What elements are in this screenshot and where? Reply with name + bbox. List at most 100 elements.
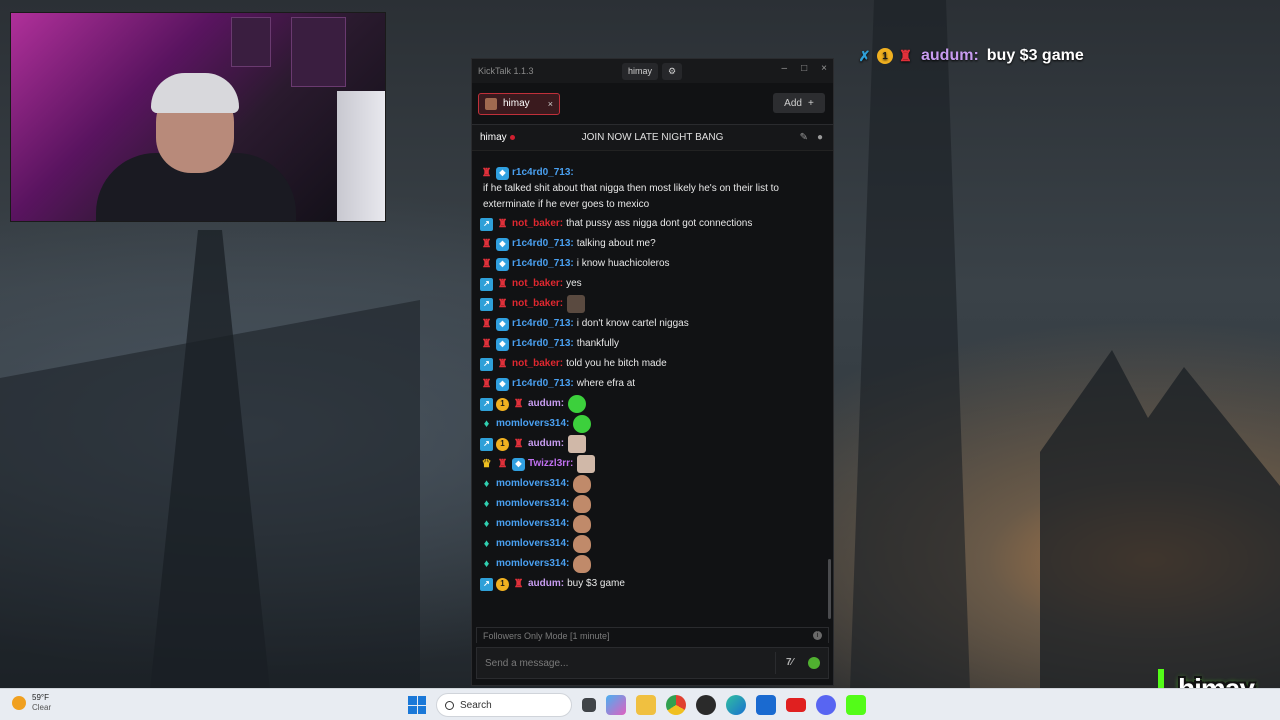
chat-message: ♜ ◆ r1c4rd0_713: if he talked shit about th… — [480, 164, 825, 214]
chat-username[interactable]: momlovers314: — [496, 536, 569, 552]
chat-username[interactable]: audum: — [528, 436, 564, 452]
scrollbar[interactable] — [828, 559, 831, 619]
kick-emote-icon[interactable]: 7⁄ — [786, 657, 798, 669]
chat-username[interactable]: r1c4rd0_713: — [512, 236, 574, 252]
channel-icons: ✎ ● — [800, 132, 823, 143]
channel-name[interactable]: himay — [480, 132, 507, 143]
emote-icon[interactable] — [573, 515, 592, 533]
chat-text: talking about me? — [576, 238, 656, 249]
settings-icon[interactable]: ⚙ — [662, 63, 683, 80]
mod-badge-icon: ✗ — [858, 47, 871, 64]
chat-username[interactable]: momlovers314: — [496, 416, 569, 432]
crown-badge-icon: ♛ — [481, 458, 492, 470]
gift-badge-icon: ♜ — [513, 398, 524, 410]
background-wall-left — [0, 300, 420, 690]
chat-username[interactable]: r1c4rd0_713: — [512, 165, 574, 181]
weather-widget[interactable]: 59°F Clear — [12, 693, 51, 713]
chat-text: i know huachicoleros — [576, 258, 670, 269]
obs-icon[interactable] — [696, 695, 716, 715]
info-icon[interactable]: i — [813, 631, 822, 640]
emote-picker-icon[interactable] — [808, 657, 820, 669]
gift-badge-icon: ♜ — [481, 378, 492, 390]
chat-message: ♜ ◆ r1c4rd0_713: where efra at — [480, 374, 825, 394]
windows-start-icon[interactable] — [408, 696, 426, 714]
chat-messages[interactable]: ♜ ◆ r1c4rd0_713: if he talked shit about th… — [472, 154, 833, 624]
followers-mode-text: Followers Only Mode [1 minute] — [483, 630, 610, 641]
emote-icon[interactable] — [568, 395, 587, 413]
chat-username[interactable]: momlovers314: — [496, 476, 569, 492]
mod-badge-icon: ↗ — [480, 577, 493, 591]
vip-badge-icon: ♦ — [483, 498, 490, 510]
search-label: Search — [460, 699, 492, 711]
emote-icon[interactable] — [573, 475, 592, 493]
chat-username[interactable]: audum: — [528, 396, 564, 412]
file-explorer-icon[interactable] — [636, 695, 656, 715]
add-button-label: Add — [784, 97, 802, 109]
chat-username[interactable]: momlovers314: — [496, 516, 569, 532]
plus-icon: + — [807, 97, 814, 109]
gift-badge-icon: ♜ — [481, 238, 492, 250]
chat-username[interactable]: not_baker: — [512, 356, 563, 372]
task-view-icon[interactable] — [582, 698, 596, 712]
tab-label: himay — [503, 98, 530, 109]
emote-icon[interactable] — [573, 495, 592, 513]
chat-message: ♜ ◆ r1c4rd0_713: thankfully — [480, 334, 825, 354]
gift-badge-icon: ♜ — [898, 48, 913, 65]
chat-username[interactable]: not_baker: — [512, 216, 563, 232]
chat-text: i don't know cartel niggas — [576, 318, 689, 329]
emote-icon[interactable] — [567, 295, 586, 313]
chat-username[interactable]: r1c4rd0_713: — [512, 336, 574, 352]
emote-icon[interactable] — [568, 435, 587, 453]
edge-icon[interactable] — [726, 695, 746, 715]
chat-message: ↗ ♜ not_baker: yes — [480, 274, 825, 294]
chat-username[interactable]: Twizzl3rr: — [528, 456, 573, 472]
copilot-icon[interactable] — [606, 695, 626, 715]
tab-himay[interactable]: himay × — [478, 92, 560, 115]
tabs-bar: himay × Add + — [472, 83, 833, 125]
kick-icon[interactable] — [846, 695, 866, 715]
taskbar-search[interactable]: Search — [436, 693, 572, 717]
chat-message: ♦ momlovers314: — [480, 514, 825, 534]
weather-text: 59°F Clear — [32, 693, 51, 713]
chat-username[interactable]: not_baker: — [512, 276, 563, 292]
gift-badge-icon: ♜ — [481, 167, 492, 179]
chat-message: ♦ momlovers314: — [480, 414, 825, 434]
app-title: KickTalk 1.1.3 — [478, 66, 534, 76]
gift-badge-icon: ♜ — [497, 458, 508, 470]
chat-username[interactable]: r1c4rd0_713: — [512, 256, 574, 272]
chat-text: told you he bitch made — [566, 358, 667, 369]
overlay-message: buy $3 game — [986, 47, 1084, 64]
user-chip[interactable]: himay — [622, 63, 659, 80]
message-input[interactable] — [485, 657, 775, 669]
chat-message: ♜ ◆ r1c4rd0_713: talking about me? — [480, 234, 825, 254]
youtube-icon[interactable] — [786, 698, 806, 712]
pin-icon[interactable]: ✎ — [800, 132, 808, 143]
user-icon[interactable]: ● — [817, 132, 823, 143]
emote-icon[interactable] — [577, 455, 596, 473]
weather-desc: Clear — [32, 703, 52, 712]
chat-username[interactable]: not_baker: — [512, 296, 563, 312]
chat-username[interactable]: momlovers314: — [496, 556, 569, 572]
gift-badge-icon: ♜ — [481, 338, 492, 350]
close-icon[interactable]: × — [821, 63, 827, 74]
chat-username[interactable]: momlovers314: — [496, 496, 569, 512]
add-button[interactable]: Add + — [773, 93, 825, 113]
chat-text: that pussy ass nigga dont got connection… — [566, 218, 753, 229]
emote-icon[interactable] — [573, 535, 592, 553]
chat-username[interactable]: audum: — [528, 576, 564, 592]
emote-icon[interactable] — [573, 415, 592, 433]
chat-username[interactable]: r1c4rd0_713: — [512, 316, 574, 332]
chrome-icon[interactable] — [666, 695, 686, 715]
emote-icon[interactable] — [573, 555, 592, 573]
chat-message: ♦ momlovers314: — [480, 494, 825, 514]
store-icon[interactable] — [756, 695, 776, 715]
chat-username[interactable]: r1c4rd0_713: — [512, 376, 574, 392]
tab-close-icon[interactable]: × — [548, 99, 553, 109]
number-badge-icon: 1 — [877, 48, 893, 64]
weather-temp: 59°F — [32, 693, 49, 702]
minimize-icon[interactable]: – — [782, 63, 788, 74]
mod-badge-icon: ↗ — [480, 357, 493, 371]
search-icon — [445, 700, 454, 710]
maximize-icon[interactable]: □ — [801, 63, 807, 74]
discord-icon[interactable] — [816, 695, 836, 715]
